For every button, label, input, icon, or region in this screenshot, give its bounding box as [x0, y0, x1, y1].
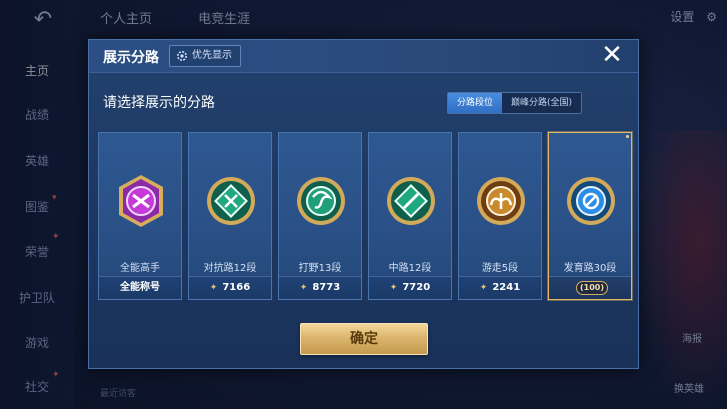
- lane-card-all-round[interactable]: 全能高手 全能称号: [98, 132, 182, 300]
- dialog-title: 展示分路: [103, 50, 159, 66]
- jungle-dragon-icon: [291, 171, 351, 231]
- lane-footer: ✦ 7720: [369, 276, 451, 299]
- corner-sparkle: [626, 135, 629, 138]
- lane-score: 全能称号: [120, 282, 160, 293]
- dialog-subtitle: 请选择展示的分路: [103, 95, 215, 111]
- lane-card-list: 全能高手 全能称号 对抗路12段 ✦ 7166 打野13段 ✦ 8773 中路1…: [98, 132, 632, 302]
- lane-name: 对抗路12段: [203, 263, 257, 274]
- lane-name: 游走5段: [481, 263, 519, 274]
- clash-lane-icon: [201, 171, 261, 231]
- lane-score: 2241: [492, 282, 521, 293]
- star-icon: ✦: [299, 283, 308, 293]
- star-icon: ✦: [209, 283, 218, 293]
- close-icon[interactable]: ✕: [598, 41, 626, 69]
- dialog-header: 展示分路 优先显示 ✕: [89, 40, 638, 73]
- lane-footer: ✦ 7166: [189, 276, 271, 299]
- lane-card-mid[interactable]: 中路12段 ✦ 7720: [368, 132, 452, 300]
- lane-card-jungle[interactable]: 打野13段 ✦ 8773: [278, 132, 362, 300]
- star-icon: ✦: [389, 283, 398, 293]
- priority-display-button[interactable]: 优先显示: [169, 45, 241, 67]
- lane-score: 7166: [222, 282, 251, 293]
- lane-footer: ✦ 2241: [459, 276, 541, 299]
- lane-name: 打野13段: [298, 263, 342, 274]
- farm-lane-icon: [561, 171, 621, 231]
- lane-name: 全能高手: [120, 263, 160, 274]
- lane-footer: (100): [549, 276, 631, 299]
- lane-card-roam[interactable]: 游走5段 ✦ 2241: [458, 132, 542, 300]
- lane-footer: ✦ 8773: [279, 276, 361, 299]
- all-round-icon: [111, 171, 171, 231]
- lane-score: (100): [579, 283, 604, 292]
- lane-card-clash[interactable]: 对抗路12段 ✦ 7166: [188, 132, 272, 300]
- roam-wings-icon: [471, 171, 531, 231]
- lane-name: 中路12段: [388, 263, 432, 274]
- confirm-button[interactable]: 确定: [300, 323, 428, 355]
- lane-name: 发育路30段: [563, 263, 617, 274]
- display-lane-dialog: 展示分路 优先显示 ✕ 请选择展示的分路 分路段位 巅峰分路(全国) 全能高手 …: [88, 39, 639, 369]
- mid-lane-icon: [381, 171, 441, 231]
- lane-card-farm[interactable]: 发育路30段 (100): [548, 132, 632, 300]
- lane-footer: 全能称号: [99, 276, 181, 299]
- peak-score-badge: (100): [576, 281, 608, 295]
- star-icon: ✦: [479, 283, 488, 293]
- lane-score: 7720: [402, 282, 431, 293]
- gear-icon: [177, 51, 187, 61]
- tab-lane-rank[interactable]: 分路段位: [447, 93, 502, 113]
- tab-peak-lane[interactable]: 巅峰分路(全国): [501, 93, 581, 113]
- lane-score: 8773: [312, 282, 341, 293]
- priority-display-label: 优先显示: [192, 50, 232, 61]
- lane-mode-toggle: 分路段位 巅峰分路(全国): [446, 92, 582, 114]
